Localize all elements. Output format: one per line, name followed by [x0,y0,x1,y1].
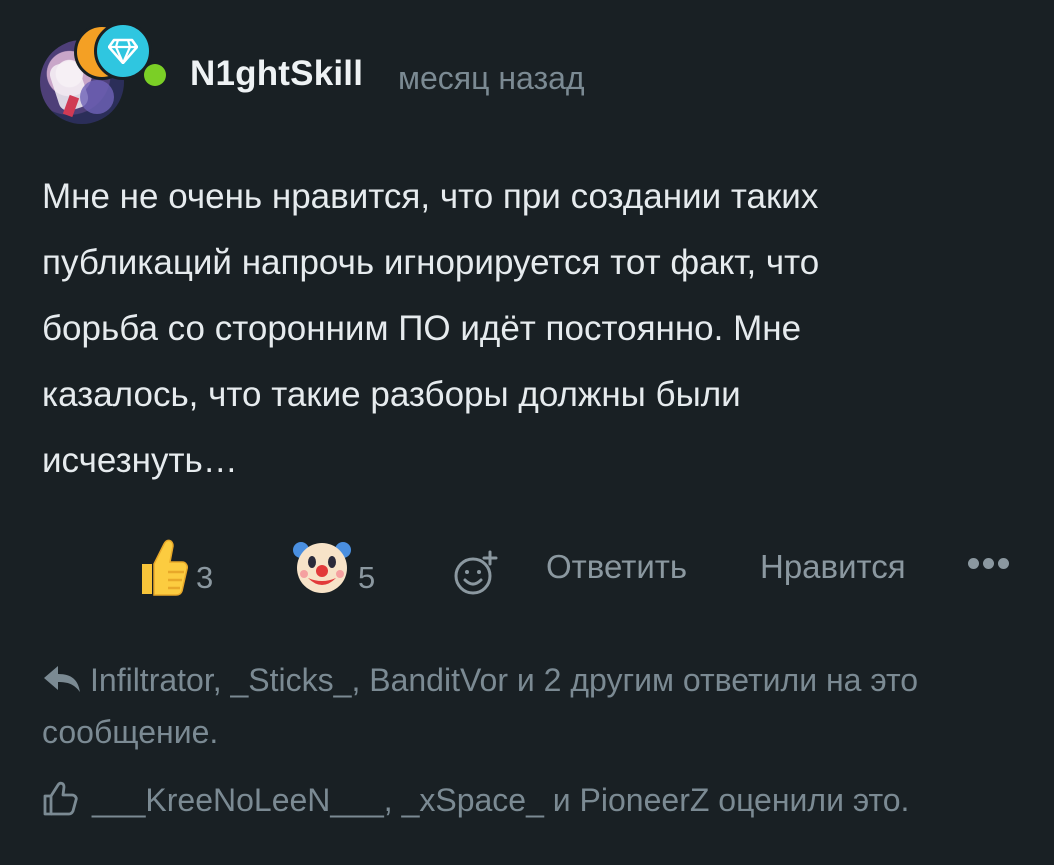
clown-face-emoji-icon [293,542,351,593]
add-reaction-button[interactable] [452,550,498,596]
thumbs-up-emoji-icon [142,539,188,596]
reply-button[interactable]: Ответить [546,548,687,586]
reaction-thumbs-up[interactable]: 3 [136,538,213,596]
diamond-icon [94,22,152,80]
comment-body: Мне не очень нравится, что при создании … [42,177,820,480]
online-status-icon [144,64,166,86]
comment-timestamp: месяц назад [398,60,585,96]
comment-header: N1ghtSkill месяц назад [40,22,1020,126]
add-emoji-icon [454,550,498,595]
reaction-count: 5 [358,560,376,595]
thumbs-up-outline-icon [43,781,78,816]
replies-summary-text: Infiltrator, _Sticks_, BanditVor и 2 дру… [42,662,919,750]
reply-arrow-icon [44,666,80,692]
reaction-count: 3 [196,560,214,595]
reaction-clown[interactable]: 5 [292,536,375,596]
replies-summary[interactable]: Infiltrator, _Sticks_, BanditVor и 2 дру… [42,654,1032,758]
likers-summary[interactable]: ___KreeNoLeeN___, _xSpace_ и PioneerZ оц… [42,774,1032,826]
more-options-button[interactable] [968,558,1009,569]
like-button[interactable]: Нравится [760,548,906,586]
comment-actions: 3 5 Ответить Нравится [0,530,1054,610]
likers-summary-text: ___KreeNoLeeN___, _xSpace_ и PioneerZ оц… [92,782,910,818]
author-name[interactable]: N1ghtSkill [190,54,363,94]
